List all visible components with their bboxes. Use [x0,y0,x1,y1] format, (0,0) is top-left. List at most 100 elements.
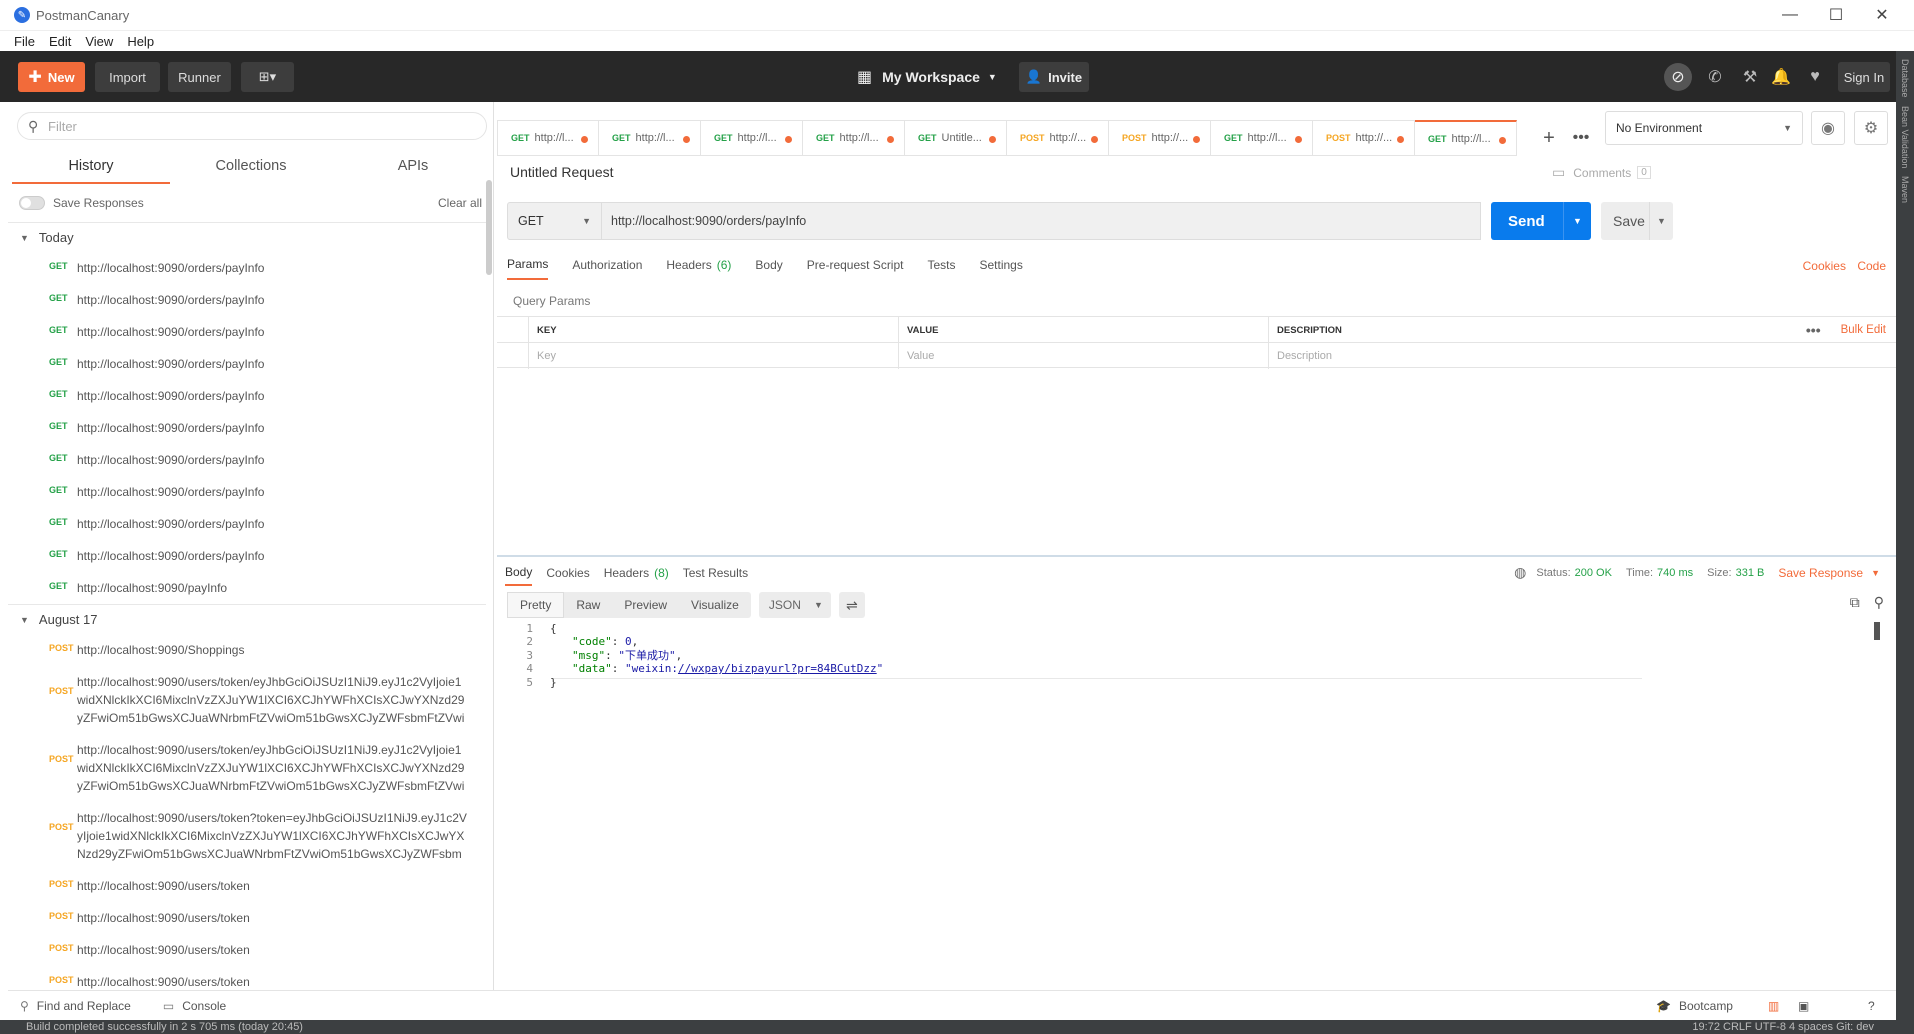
response-tab[interactable]: Test Results [683,560,748,586]
request-tab[interactable]: POST http://... [1007,120,1109,156]
send-options-chevron-icon[interactable]: ▼ [1563,202,1591,240]
menu-help[interactable]: Help [127,34,154,49]
history-item[interactable]: GET http://localhost:9090/orders/payInfo [8,508,486,540]
bootcamp-button[interactable]: 🎓 Bootcamp [1656,999,1733,1013]
gear-icon[interactable]: ⚙ [1854,111,1888,145]
value-input[interactable]: Value [899,343,1269,369]
history-item[interactable]: GET http://localhost:9090/orders/payInfo [8,444,486,476]
json-link[interactable]: //wxpay/bizpayurl?pr=84BCutDzz [678,662,877,675]
save-button[interactable]: Save ▼ [1601,202,1673,240]
preview-button[interactable]: Preview [612,592,679,618]
history-item[interactable]: POST http://localhost:9090/users/token [8,870,486,902]
pretty-button[interactable]: Pretty [507,592,565,618]
satellite-icon[interactable]: ✆ [1701,63,1729,91]
request-tab[interactable]: GET http://l... [1415,120,1517,156]
chevron-down-icon[interactable]: ▼ [1871,568,1880,578]
language-select[interactable]: JSON ▼ [758,592,831,618]
history-group-header[interactable]: ▼ August 17 [8,604,486,634]
menu-file[interactable]: File [14,34,35,49]
history-item[interactable]: POST http://localhost:9090/users/token [8,966,486,990]
save-options-chevron-icon[interactable]: ▼ [1649,202,1673,240]
comments-button[interactable]: ▭ Comments 0 [1552,164,1651,181]
response-tab[interactable]: Body [505,560,533,586]
history-item[interactable]: GET http://localhost:9090/orders/payInfo [8,540,486,572]
two-pane-icon[interactable]: ▣ [1798,999,1809,1013]
sign-in-button[interactable]: Sign In [1838,62,1890,92]
layout-icon[interactable]: ▥ [1768,999,1779,1013]
sync-off-icon[interactable]: ⊘ [1664,63,1692,91]
response-body-editor[interactable]: 1 { 2 "code" : 0 , 3 "msg" : "下单成功" , 4 [507,622,1637,689]
environment-select[interactable]: No Environment ▼ [1605,111,1803,145]
history-item[interactable]: GET http://localhost:9090/orders/payInfo [8,252,486,284]
clear-all-button[interactable]: Clear all [438,196,482,210]
description-input[interactable]: Description [1269,343,1896,369]
close-icon[interactable]: ✕ [1862,4,1902,26]
tab-history[interactable]: History [12,152,170,184]
new-window-button[interactable]: ⊞▾ [241,62,294,92]
request-tab[interactable]: POST http://... [1109,120,1211,156]
history-item[interactable]: POST http://localhost:9090/users/token?to… [8,802,486,870]
tab-apis[interactable]: APIs [332,152,493,184]
history-item[interactable]: POST http://localhost:9090/users/token/ey… [8,666,486,734]
maximize-icon[interactable]: ☐ [1816,4,1856,26]
search-icon[interactable]: ⚲ [1874,594,1884,611]
save-response-button[interactable]: Save Response [1778,566,1863,580]
code-link[interactable]: Code [1857,259,1886,273]
history-item[interactable]: GET http://localhost:9090/payInfo [8,572,486,604]
response-tab[interactable]: Headers (8) [604,560,669,586]
console-button[interactable]: ▭ Console [163,999,226,1013]
request-tab[interactable]: GET http://l... [599,120,701,156]
menu-edit[interactable]: Edit [49,34,71,49]
row-checkbox[interactable] [497,343,529,369]
runner-button[interactable]: Runner [168,62,231,92]
new-button[interactable]: ✚ New [18,62,85,92]
find-replace-button[interactable]: ⚲ Find and Replace [20,999,131,1013]
request-tab[interactable]: GET http://l... [701,120,803,156]
raw-button[interactable]: Raw [564,592,612,618]
history-item[interactable]: GET http://localhost:9090/orders/payInfo [8,412,486,444]
response-divider[interactable] [497,555,1896,557]
more-options-icon[interactable]: ••• [1806,322,1821,338]
editor-scrollbar[interactable] [1874,622,1880,640]
history-item[interactable]: POST http://localhost:9090/users/token [8,902,486,934]
history-item[interactable]: POST http://localhost:9090/users/token [8,934,486,966]
more-tabs-icon[interactable]: ••• [1565,120,1597,156]
history-item[interactable]: GET http://localhost:9090/orders/payInfo [8,476,486,508]
request-config-tab[interactable]: Tests [927,250,955,280]
request-config-tab[interactable]: Pre-request Script [807,250,904,280]
sidebar-scrollbar[interactable] [486,180,492,275]
help-icon[interactable]: ? [1868,999,1875,1013]
eye-icon[interactable]: ◉ [1811,111,1845,145]
filter-input[interactable]: ⚲ Filter [17,112,487,140]
minimize-icon[interactable]: — [1770,4,1810,26]
import-button[interactable]: Import [95,62,160,92]
invite-button[interactable]: 👤 Invite [1019,62,1089,92]
cookies-link[interactable]: Cookies [1803,259,1846,273]
save-responses-toggle[interactable] [19,196,45,210]
request-tab[interactable]: GET http://l... [803,120,905,156]
request-tab[interactable]: POST http://... [1313,120,1415,156]
history-item[interactable]: GET http://localhost:9090/orders/payInfo [8,348,486,380]
url-input[interactable]: http://localhost:9090/orders/payInfo [602,202,1481,240]
request-config-tab[interactable]: Params [507,250,549,280]
key-input[interactable]: Key [529,343,899,369]
request-tab[interactable]: GET http://l... [497,120,599,156]
history-item[interactable]: GET http://localhost:9090/orders/payInfo [8,380,486,412]
menu-view[interactable]: View [85,34,113,49]
history-item[interactable]: GET http://localhost:9090/orders/payInfo [8,316,486,348]
request-config-tab[interactable]: Headers (6) [666,250,731,280]
request-config-tab[interactable]: Authorization [572,250,642,280]
response-tab[interactable]: Cookies [546,560,589,586]
bulk-edit-link[interactable]: Bulk Edit [1841,324,1886,336]
bell-icon[interactable]: 🔔 [1767,63,1795,91]
copy-icon[interactable]: ⧉ [1850,594,1860,611]
wrap-lines-icon[interactable]: ⇌ [838,592,865,618]
history-item[interactable]: POST http://localhost:9090/Shoppings [8,634,486,666]
send-button[interactable]: Send ▼ [1491,202,1591,240]
workspace-selector[interactable]: ▦ My Workspace ▼ [857,63,997,91]
history-item[interactable]: POST http://localhost:9090/users/token/ey… [8,734,486,802]
heart-icon[interactable]: ♥ [1801,63,1829,91]
history-group-header[interactable]: ▼ Today [8,222,486,252]
tab-collections[interactable]: Collections [170,152,332,184]
history-item[interactable]: GET http://localhost:9090/orders/payInfo [8,284,486,316]
